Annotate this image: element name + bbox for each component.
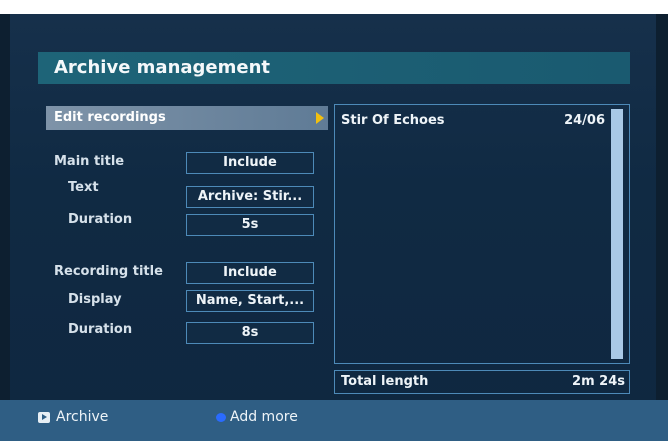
recording-display-label: Display bbox=[68, 292, 122, 307]
edit-recordings-label: Edit recordings bbox=[54, 110, 166, 125]
top-strip bbox=[0, 0, 668, 14]
main-title-field[interactable]: Include bbox=[186, 152, 314, 174]
blue-key-icon bbox=[216, 413, 226, 422]
recordings-list: Stir Of Echoes 24/06 bbox=[334, 104, 630, 364]
arrow-right-icon bbox=[316, 112, 324, 124]
page-title: Archive management bbox=[38, 52, 630, 84]
recording-name: Stir Of Echoes bbox=[341, 113, 445, 128]
recording-display-field[interactable]: Name, Start,... bbox=[186, 290, 314, 312]
main-text-field[interactable]: Archive: Stir... bbox=[186, 186, 314, 208]
add-more-key-label[interactable]: Add more bbox=[230, 408, 298, 426]
total-length-row: Total length 2m 24s bbox=[334, 370, 630, 394]
play-key-icon bbox=[38, 412, 50, 423]
archive-key-label[interactable]: Archive bbox=[56, 408, 108, 426]
scrollbar[interactable] bbox=[611, 109, 623, 359]
main-duration-label: Duration bbox=[68, 212, 133, 227]
recording-title-field[interactable]: Include bbox=[186, 262, 314, 284]
edit-recordings-item[interactable]: Edit recordings bbox=[46, 106, 328, 130]
total-length-value: 2m 24s bbox=[572, 374, 625, 389]
recording-date: 24/06 bbox=[564, 113, 605, 128]
main-duration-field[interactable]: 5s bbox=[186, 214, 314, 236]
list-item[interactable]: Stir Of Echoes 24/06 bbox=[341, 111, 605, 131]
recording-duration-label: Duration bbox=[68, 322, 133, 337]
recording-duration-field[interactable]: 8s bbox=[186, 322, 314, 344]
main-text-label: Text bbox=[68, 180, 99, 195]
total-length-label: Total length bbox=[341, 374, 429, 389]
main-title-label: Main title bbox=[54, 154, 125, 169]
recording-title-label: Recording title bbox=[54, 264, 163, 279]
